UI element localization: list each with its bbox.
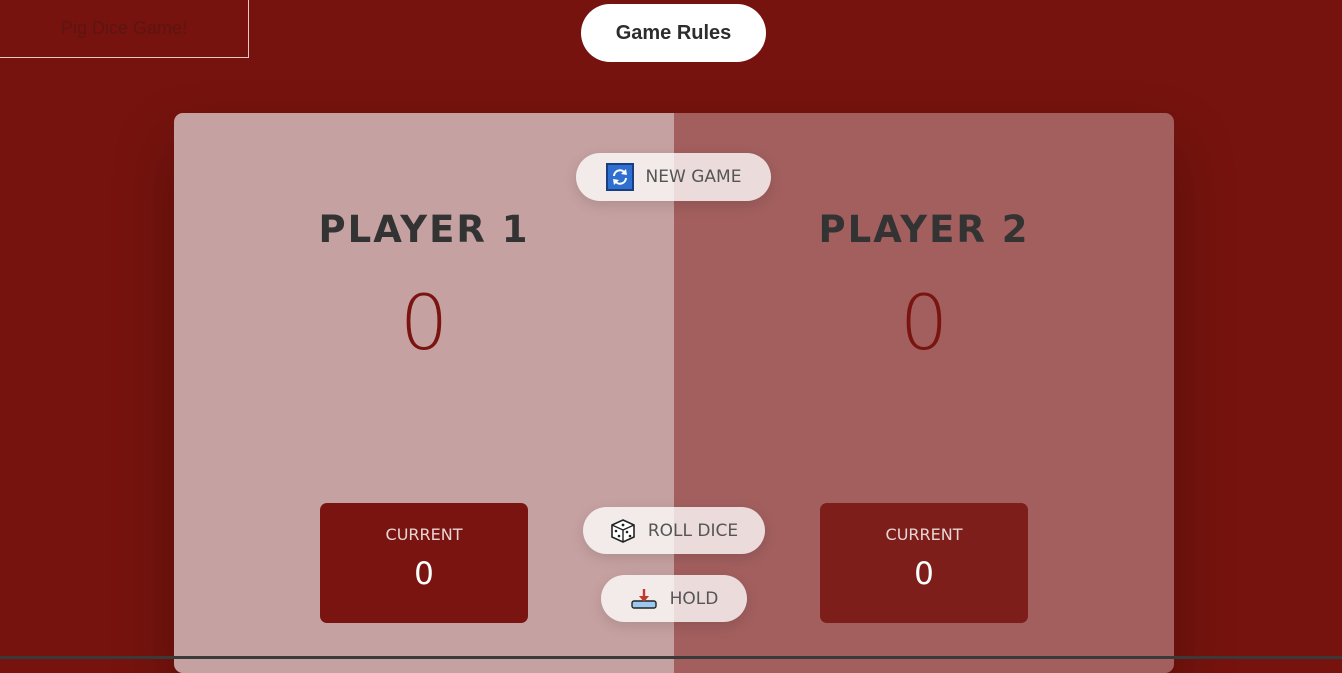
player-1-current-box: CURRENT 0: [320, 503, 528, 623]
game-title: Pig Dice Game!: [0, 0, 249, 58]
refresh-icon: [605, 163, 634, 191]
player-2-current-label: CURRENT: [885, 525, 963, 544]
player-1-current-score: 0: [414, 556, 434, 592]
player-2-current-score: 0: [914, 556, 934, 592]
dice-icon: [610, 518, 636, 544]
player-2-current-box: CURRENT 0: [820, 503, 1028, 623]
new-game-button[interactable]: NEW GAME: [576, 153, 771, 201]
player-1-score: 0: [399, 278, 449, 367]
hold-label: HOLD: [669, 588, 719, 609]
player-2-name: PLAYER 2: [818, 208, 1030, 251]
game-title-text: Pig Dice Game!: [60, 18, 188, 38]
player-1-current-label: CURRENT: [385, 525, 463, 544]
hold-icon: [630, 588, 658, 610]
game-rules-button[interactable]: Game Rules: [581, 4, 766, 62]
hold-button[interactable]: HOLD: [601, 575, 747, 622]
roll-dice-label: ROLL DICE: [647, 520, 739, 541]
roll-dice-button[interactable]: ROLL DICE: [583, 507, 765, 554]
player-1-name: PLAYER 1: [318, 208, 530, 251]
player-2-score: 0: [899, 278, 949, 367]
new-game-label: NEW GAME: [645, 167, 742, 187]
